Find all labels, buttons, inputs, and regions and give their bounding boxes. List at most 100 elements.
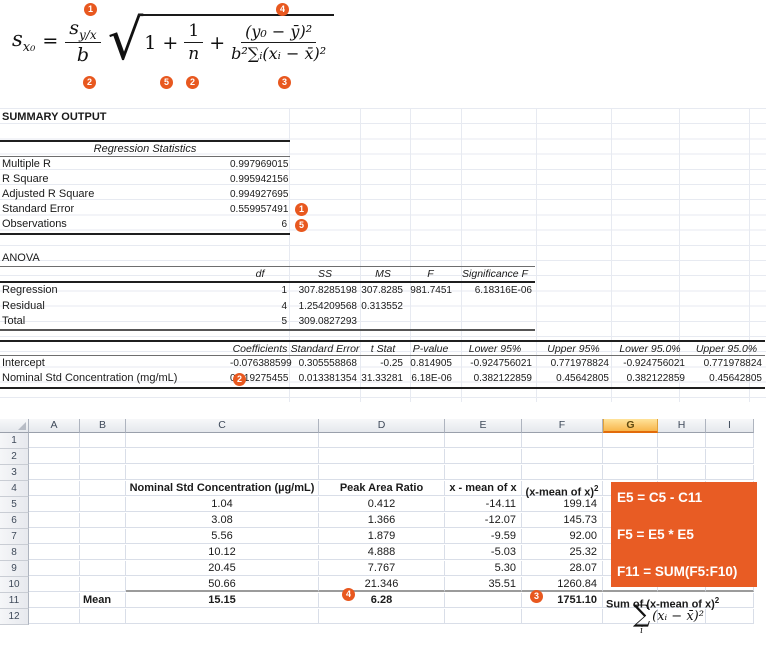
row-header-3[interactable]: 3 — [0, 465, 29, 481]
cell-D6[interactable]: 1.366 — [319, 513, 445, 528]
cell-E4[interactable]: x - mean of x — [445, 481, 522, 496]
column-header-E[interactable]: E — [445, 419, 522, 433]
cell[interactable] — [445, 609, 522, 624]
column-header-A[interactable]: A — [29, 419, 80, 433]
cell[interactable] — [603, 433, 658, 448]
row-header-5[interactable]: 5 — [0, 497, 29, 513]
row-header-6[interactable]: 6 — [0, 513, 29, 529]
column-header-H[interactable]: H — [658, 419, 706, 433]
cell-C4[interactable]: Nominal Std Concentration (µg/mL) — [126, 481, 319, 496]
cell[interactable] — [80, 577, 126, 592]
cell[interactable] — [706, 433, 754, 448]
cell-C11[interactable]: 15.15 — [126, 593, 319, 608]
cell[interactable] — [80, 433, 126, 448]
cell[interactable] — [603, 465, 658, 480]
cell-C5[interactable]: 1.04 — [126, 497, 319, 512]
select-all-corner[interactable] — [0, 419, 29, 433]
cell-D7[interactable]: 1.879 — [319, 529, 445, 544]
cell-C7[interactable]: 5.56 — [126, 529, 319, 544]
cell-D10[interactable]: 21.346 — [319, 577, 445, 592]
cell[interactable] — [29, 577, 80, 592]
cell[interactable] — [319, 465, 445, 480]
cell-D8[interactable]: 4.888 — [319, 545, 445, 560]
cell-F5[interactable]: 199.14 — [522, 497, 603, 512]
cell-F7[interactable]: 92.00 — [522, 529, 603, 544]
cell[interactable] — [29, 593, 80, 608]
row-header-1[interactable]: 1 — [0, 433, 29, 449]
cell-E8[interactable]: -5.03 — [445, 545, 522, 560]
cell[interactable] — [706, 449, 754, 464]
cell-D5[interactable]: 0.412 — [319, 497, 445, 512]
row-header-2[interactable]: 2 — [0, 449, 29, 465]
cell-F6[interactable]: 145.73 — [522, 513, 603, 528]
cell[interactable] — [29, 481, 80, 496]
cell[interactable] — [319, 609, 445, 624]
cell-E9[interactable]: 5.30 — [445, 561, 522, 576]
column-header-G-selected[interactable]: G — [603, 419, 658, 433]
cell-E10[interactable]: 35.51 — [445, 577, 522, 592]
cell-E6[interactable]: -12.07 — [445, 513, 522, 528]
cell[interactable] — [29, 433, 80, 448]
cell[interactable] — [80, 529, 126, 544]
cell-E7[interactable]: -9.59 — [445, 529, 522, 544]
cell[interactable] — [445, 465, 522, 480]
cell[interactable] — [80, 465, 126, 480]
cell-C6[interactable]: 3.08 — [126, 513, 319, 528]
cell[interactable] — [319, 433, 445, 448]
row-header-11[interactable]: 11 — [0, 593, 29, 609]
row-header-12[interactable]: 12 — [0, 609, 29, 625]
cell[interactable] — [522, 609, 603, 624]
cell[interactable] — [126, 609, 319, 624]
cell[interactable] — [29, 529, 80, 544]
cell[interactable] — [522, 449, 603, 464]
cell[interactable] — [29, 497, 80, 512]
cell[interactable] — [522, 433, 603, 448]
row-header-10[interactable]: 10 — [0, 577, 29, 593]
cell[interactable] — [126, 449, 319, 464]
column-header-F[interactable]: F — [522, 419, 603, 433]
cell[interactable] — [29, 561, 80, 576]
row-header-4[interactable]: 4 — [0, 481, 29, 497]
cell[interactable] — [80, 545, 126, 560]
cell[interactable] — [80, 609, 126, 624]
cell[interactable] — [80, 481, 126, 496]
cell[interactable] — [445, 433, 522, 448]
cell[interactable] — [658, 449, 706, 464]
cell-F4[interactable]: (x-mean of x)2 — [522, 481, 603, 496]
column-header-B[interactable]: B — [80, 419, 126, 433]
cell[interactable] — [29, 545, 80, 560]
cell-C9[interactable]: 20.45 — [126, 561, 319, 576]
cell[interactable] — [706, 609, 754, 624]
cell-C8[interactable]: 10.12 — [126, 545, 319, 560]
row-header-9[interactable]: 9 — [0, 561, 29, 577]
cell[interactable] — [80, 449, 126, 464]
column-header-C[interactable]: C — [126, 419, 319, 433]
cell-F9[interactable]: 28.07 — [522, 561, 603, 576]
cell[interactable] — [126, 465, 319, 480]
cell[interactable] — [80, 513, 126, 528]
cell[interactable] — [319, 449, 445, 464]
cell-D4[interactable]: Peak Area Ratio — [319, 481, 445, 496]
cell[interactable] — [80, 497, 126, 512]
column-header-D[interactable]: D — [319, 419, 445, 433]
cell-C10[interactable]: 50.66 — [126, 577, 319, 592]
cell[interactable] — [445, 449, 522, 464]
column-header-I[interactable]: I — [706, 419, 754, 433]
cell-F8[interactable]: 25.32 — [522, 545, 603, 560]
cell[interactable] — [126, 433, 319, 448]
row-header-8[interactable]: 8 — [0, 545, 29, 561]
cell[interactable] — [29, 513, 80, 528]
cell[interactable] — [706, 465, 754, 480]
cell-E5[interactable]: -14.11 — [445, 497, 522, 512]
cell[interactable] — [445, 593, 522, 608]
cell[interactable] — [80, 561, 126, 576]
cell[interactable] — [603, 449, 658, 464]
row-header-7[interactable]: 7 — [0, 529, 29, 545]
cell-D9[interactable]: 7.767 — [319, 561, 445, 576]
cell-B11[interactable]: Mean — [80, 593, 126, 608]
cell[interactable] — [522, 465, 603, 480]
cell[interactable] — [658, 465, 706, 480]
cell[interactable] — [29, 449, 80, 464]
cell[interactable] — [658, 433, 706, 448]
cell[interactable] — [29, 609, 80, 624]
